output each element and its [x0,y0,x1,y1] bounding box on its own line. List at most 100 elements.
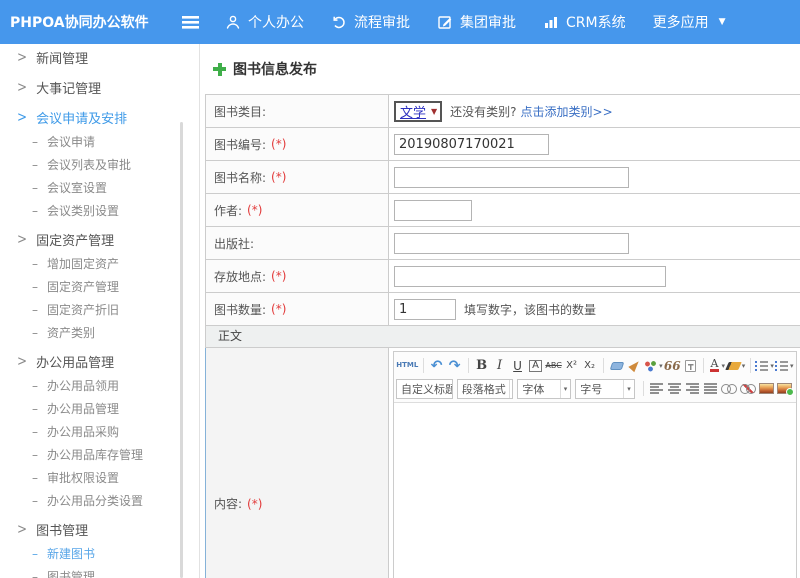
font-color-button[interactable]: A▾ [709,356,725,375]
sidebar-item-20[interactable]: –新建图书 [0,542,199,565]
topmenu-item-2[interactable]: 集团审批 [437,12,516,32]
topmenu-item-3[interactable]: CRM系统 [543,12,626,32]
align-center-button[interactable] [667,379,683,398]
sidebar-item-6[interactable]: –会议类别设置 [0,199,199,222]
sidebar-item-21[interactable]: –图书管理 [0,565,199,578]
editor-content-area[interactable] [394,403,796,578]
align-right-button[interactable] [685,379,701,398]
top-menu: 个人办公 流程审批 集团审批 CRM系统 更多应用▼ [225,12,753,32]
format-brush-icon [628,359,641,373]
form-input-1[interactable] [394,134,549,155]
form-row-6: 图书数量:(*)填写数字，该图书的数量 [205,293,800,326]
insert-image-multi-button[interactable] [777,379,793,398]
add-category-link[interactable]: 点击添加类别>> [521,103,613,120]
color-palette-button[interactable]: ▾ [645,356,663,375]
underline-button[interactable]: U [510,356,526,375]
toolbar-separator [423,358,424,373]
dash-icon: – [32,158,38,172]
eraser-button[interactable] [609,356,625,375]
form-value-cell [389,260,800,292]
sidebar-item-2[interactable]: >会议申请及安排 [0,104,199,130]
sidebar-scrollbar[interactable] [180,122,183,578]
form-label: 图书数量: [214,301,266,318]
sidebar-item-12[interactable]: >办公用品管理 [0,348,199,374]
sidebar-item-label: 固定资产管理 [47,278,119,295]
form-label-cell: 图书编号:(*) [206,128,389,160]
sidebar-item-1[interactable]: >大事记管理 [0,74,199,100]
superscript-button[interactable]: X² [564,356,580,375]
person-icon [225,14,241,30]
dash-icon: – [32,471,38,485]
sidebar-item-18[interactable]: –办公用品分类设置 [0,489,199,512]
paste-as-text-button[interactable] [682,356,698,375]
page-title-row: 图书信息发布 [200,44,800,79]
sidebar-item-10[interactable]: –固定资产折旧 [0,298,199,321]
blockquote-button[interactable]: 66 [664,356,680,375]
undo-button[interactable]: ↶ [429,356,445,375]
toolbar-select-2[interactable]: 字体▾ [517,379,571,399]
link-button[interactable] [721,379,738,398]
italic-button[interactable]: I [492,356,508,375]
source-code-button[interactable]: HTML [397,356,418,375]
align-justify-button[interactable] [703,379,719,398]
sidebar-item-15[interactable]: –办公用品采购 [0,420,199,443]
auto-typeset-button[interactable]: A [528,356,544,375]
sidebar-item-17[interactable]: –审批权限设置 [0,466,199,489]
selected-category: 文学 [400,102,426,121]
dropdown-caret-icon: ▾ [560,380,571,398]
sidebar-item-11[interactable]: –资产类别 [0,321,199,344]
subscript-button[interactable]: X₂ [582,356,598,375]
toolbar-select-0[interactable]: 自定义标题▾ [396,379,453,399]
align-center-icon [668,383,681,394]
highlight-pen-button[interactable]: ▾ [727,356,745,375]
toolbar-select-1[interactable]: 段落格式▾ [457,379,514,399]
strikethrough-button[interactable]: ABC [546,356,562,375]
form-input-5[interactable] [394,266,666,287]
sidebar-item-3[interactable]: –会议申请 [0,130,199,153]
insert-image-icon [759,383,774,394]
form-row-3: 作者:(*) [205,194,800,227]
dash-icon: – [32,547,38,561]
form-input-6[interactable] [394,299,456,320]
sidebar-item-label: 固定资产管理 [36,230,114,249]
sidebar-item-14[interactable]: –办公用品管理 [0,397,199,420]
book-category-select[interactable]: 文学▼ [394,101,442,122]
sidebar-item-19[interactable]: >图书管理 [0,516,199,542]
italic-icon: I [497,359,502,372]
topmenu-item-4[interactable]: 更多应用▼ [653,12,726,32]
format-brush-button[interactable] [627,356,643,375]
sidebar-item-label: 办公用品分类设置 [47,492,143,509]
form-label: 出版社: [214,235,254,252]
dropdown-caret-icon: ▾ [659,362,663,370]
dropdown-caret-icon: ▾ [721,362,725,370]
form-input-3[interactable] [394,200,472,221]
sidebar-item-label: 会议申请及安排 [36,108,127,127]
sidebar-item-13[interactable]: –办公用品领用 [0,374,199,397]
topmenu-item-0[interactable]: 个人办公 [225,12,304,32]
topmenu-item-1[interactable]: 流程审批 [331,12,410,32]
sidebar-item-0[interactable]: >新闻管理 [0,44,199,70]
unlink-button[interactable] [740,379,757,398]
auto-typeset-icon: A [529,360,542,372]
sidebar-item-16[interactable]: –办公用品库存管理 [0,443,199,466]
insert-image-button[interactable] [759,379,775,398]
book-form: 图书类目:文学▼还没有类别?点击添加类别>>图书编号:(*)图书名称:(*)作者… [205,94,800,578]
toolbar-select-3[interactable]: 字号▾ [575,379,635,399]
unordered-list-button[interactable]: ▾ [775,356,793,375]
sidebar-item-4[interactable]: –会议列表及审批 [0,153,199,176]
sidebar-item-8[interactable]: –增加固定资产 [0,252,199,275]
sidebar-item-7[interactable]: >固定资产管理 [0,226,199,252]
hamburger-menu-icon[interactable] [182,16,199,29]
form-label: 作者: [214,202,242,219]
form-input-2[interactable] [394,167,629,188]
content-label-cell: 内容: (*) [206,348,389,578]
toolbar-select-label: 字号 [580,381,602,397]
redo-button[interactable]: ↷ [447,356,463,375]
sidebar-item-9[interactable]: –固定资产管理 [0,275,199,298]
sidebar-item-5[interactable]: –会议室设置 [0,176,199,199]
font-color-icon: A [710,359,720,372]
align-left-button[interactable] [649,379,665,398]
form-input-4[interactable] [394,233,629,254]
ordered-list-button[interactable]: ▾ [756,356,774,375]
bold-button[interactable]: B [474,356,490,375]
